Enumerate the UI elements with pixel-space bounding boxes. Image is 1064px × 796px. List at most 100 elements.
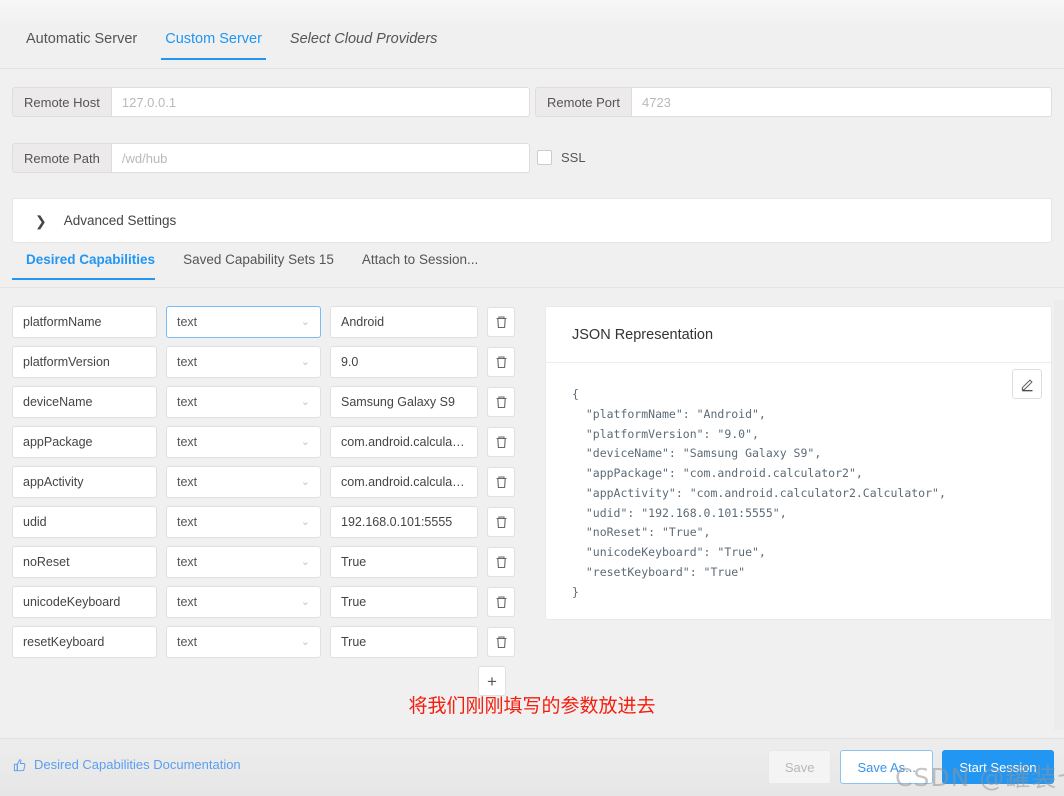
trash-icon xyxy=(496,476,506,489)
trash-icon xyxy=(496,596,506,609)
json-panel-title: JSON Representation xyxy=(546,307,1051,363)
capability-type-select[interactable]: text ⌄ xyxy=(166,306,321,338)
json-representation-panel: JSON Representation { "platformName": "A… xyxy=(545,306,1052,620)
capability-type-select[interactable]: text ⌄ xyxy=(166,466,321,498)
desired-capabilities-documentation-link[interactable]: Desired Capabilities Documentation xyxy=(13,757,241,772)
capability-delete-button[interactable] xyxy=(487,587,515,617)
capabilities-editor: text ⌄ text ⌄ text ⌄ xyxy=(12,306,532,696)
capability-name-input[interactable] xyxy=(12,466,157,498)
capability-row: text ⌄ xyxy=(12,346,532,378)
chevron-down-icon: ⌄ xyxy=(300,475,310,488)
capability-row: text ⌄ xyxy=(12,506,532,538)
chevron-down-icon: ⌄ xyxy=(300,355,310,368)
capability-row: text ⌄ xyxy=(12,546,532,578)
annotation-text: 将我们刚刚填写的参数放进去 xyxy=(408,695,656,717)
save-as-button[interactable]: Save As... xyxy=(840,750,933,784)
tab-saved-capability-sets[interactable]: Saved Capability Sets 15 xyxy=(169,252,348,280)
capability-type-select[interactable]: text ⌄ xyxy=(166,626,321,658)
capability-type-value: text xyxy=(177,555,198,569)
capability-value-input[interactable] xyxy=(330,466,478,498)
capability-type-select[interactable]: text ⌄ xyxy=(166,426,321,458)
ssl-checkbox[interactable] xyxy=(537,150,552,165)
capability-type-value: text xyxy=(177,635,198,649)
remote-port-input[interactable] xyxy=(630,87,1052,117)
book-thumb-icon xyxy=(13,758,26,771)
capability-type-value: text xyxy=(177,475,198,489)
capability-type-value: text xyxy=(177,515,198,529)
chevron-down-icon: ⌄ xyxy=(300,595,310,608)
capability-type-value: text xyxy=(177,395,198,409)
pencil-edit-icon xyxy=(1021,378,1033,391)
capability-type-select[interactable]: text ⌄ xyxy=(166,546,321,578)
ssl-label: SSL xyxy=(561,150,586,165)
remote-path-row: Remote Path xyxy=(12,143,530,173)
chevron-down-icon: ⌄ xyxy=(300,395,310,408)
capability-delete-button[interactable] xyxy=(487,387,515,417)
tab-select-cloud-providers[interactable]: Select Cloud Providers xyxy=(276,25,452,60)
capability-delete-button[interactable] xyxy=(487,347,515,377)
capability-type-select[interactable]: text ⌄ xyxy=(166,586,321,618)
tab-custom-server[interactable]: Custom Server xyxy=(151,25,276,60)
chevron-down-icon: ⌄ xyxy=(300,315,310,328)
chevron-right-icon: ❯ xyxy=(35,212,47,229)
remote-port-row: Remote Port xyxy=(535,87,1052,117)
capability-value-input[interactable] xyxy=(330,426,478,458)
capability-value-input[interactable] xyxy=(330,386,478,418)
capability-value-input[interactable] xyxy=(330,626,478,658)
capability-name-input[interactable] xyxy=(12,306,157,338)
capability-name-input[interactable] xyxy=(12,626,157,658)
capability-type-value: text xyxy=(177,435,198,449)
appium-new-session-window: Automatic Server Custom Server Select Cl… xyxy=(0,0,1064,796)
chevron-down-icon: ⌄ xyxy=(300,555,310,568)
ssl-checkbox-row[interactable]: SSL xyxy=(537,150,586,165)
capability-name-input[interactable] xyxy=(12,346,157,378)
tab-automatic-server[interactable]: Automatic Server xyxy=(12,25,151,60)
trash-icon xyxy=(496,516,506,529)
capability-type-value: text xyxy=(177,595,198,609)
save-button[interactable]: Save xyxy=(767,750,832,784)
capability-name-input[interactable] xyxy=(12,506,157,538)
json-edit-button[interactable] xyxy=(1012,369,1042,399)
capability-row: text ⌄ xyxy=(12,426,532,458)
capability-type-select[interactable]: text ⌄ xyxy=(166,506,321,538)
capability-type-select[interactable]: text ⌄ xyxy=(166,386,321,418)
capability-delete-button[interactable] xyxy=(487,427,515,457)
capability-delete-button[interactable] xyxy=(487,547,515,577)
capability-delete-button[interactable] xyxy=(487,307,515,337)
capability-value-input[interactable] xyxy=(330,346,478,378)
capability-value-input[interactable] xyxy=(330,586,478,618)
remote-port-label: Remote Port xyxy=(535,87,631,117)
vertical-scrollbar[interactable] xyxy=(1054,300,1064,730)
remote-host-input[interactable] xyxy=(110,87,530,117)
capability-value-input[interactable] xyxy=(330,506,478,538)
capability-row: text ⌄ xyxy=(12,306,532,338)
remote-host-row: Remote Host xyxy=(12,87,530,117)
capability-name-input[interactable] xyxy=(12,546,157,578)
trash-icon xyxy=(496,356,506,369)
trash-icon xyxy=(496,636,506,649)
json-content: { "platformName": "Android", "platformVe… xyxy=(572,387,946,599)
capability-tab-bar: Desired Capabilities Saved Capability Se… xyxy=(0,252,1064,288)
capability-name-input[interactable] xyxy=(12,586,157,618)
tab-desired-capabilities[interactable]: Desired Capabilities xyxy=(12,252,169,280)
capability-delete-button[interactable] xyxy=(487,507,515,537)
trash-icon xyxy=(496,436,506,449)
chevron-down-icon: ⌄ xyxy=(300,515,310,528)
trash-icon xyxy=(496,396,506,409)
remote-path-input[interactable] xyxy=(110,143,530,173)
doc-link-label: Desired Capabilities Documentation xyxy=(34,757,241,772)
start-session-button[interactable]: Start Session xyxy=(942,750,1054,784)
capability-value-input[interactable] xyxy=(330,546,478,578)
capability-delete-button[interactable] xyxy=(487,627,515,657)
capability-type-select[interactable]: text ⌄ xyxy=(166,346,321,378)
capability-name-input[interactable] xyxy=(12,426,157,458)
tab-attach-to-session[interactable]: Attach to Session... xyxy=(348,252,492,280)
capability-type-value: text xyxy=(177,315,198,329)
capability-value-input[interactable] xyxy=(330,306,478,338)
server-tab-bar: Automatic Server Custom Server Select Cl… xyxy=(0,25,1064,69)
capability-delete-button[interactable] xyxy=(487,467,515,497)
trash-icon xyxy=(496,556,506,569)
advanced-settings-toggle[interactable]: ❯ Advanced Settings xyxy=(12,198,1052,243)
capability-name-input[interactable] xyxy=(12,386,157,418)
capability-row: text ⌄ xyxy=(12,626,532,658)
